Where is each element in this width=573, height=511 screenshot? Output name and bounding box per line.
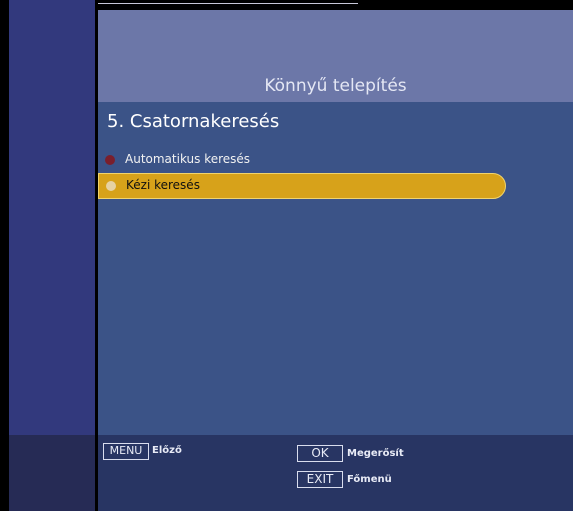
footer-bar: MENU Előző OK Megerősít EXIT Főmenü: [98, 435, 573, 511]
top-line: [98, 3, 358, 4]
main-panel: 5. Csatornakeresés Automatikus keresés K…: [98, 102, 573, 435]
section-title: 5. Csatornakeresés: [107, 111, 280, 132]
top-strip: [98, 0, 573, 10]
exit-key-button[interactable]: EXIT: [297, 471, 343, 488]
menu-key-button[interactable]: MENU: [103, 443, 149, 460]
screen-edge: [0, 0, 9, 511]
menu-item-automatic-search[interactable]: Automatikus keresés: [98, 147, 518, 173]
menu-key-label: Előző: [152, 445, 182, 456]
sidebar-footer-panel: [9, 435, 95, 511]
exit-key-label: Főmenü: [347, 474, 392, 485]
menu-item-manual-search[interactable]: Kézi keresés: [98, 173, 506, 199]
page-title: Könnyű telepítés: [264, 76, 407, 96]
ok-key-button[interactable]: OK: [297, 445, 343, 462]
menu-item-label: Kézi keresés: [126, 178, 200, 192]
sidebar-panel: [9, 0, 95, 511]
menu-item-label: Automatikus keresés: [125, 152, 251, 166]
bullet-icon: [106, 181, 116, 191]
ok-key-label: Megerősít: [347, 448, 404, 459]
bullet-icon: [105, 155, 115, 165]
header-panel: Könnyű telepítés: [98, 10, 573, 102]
